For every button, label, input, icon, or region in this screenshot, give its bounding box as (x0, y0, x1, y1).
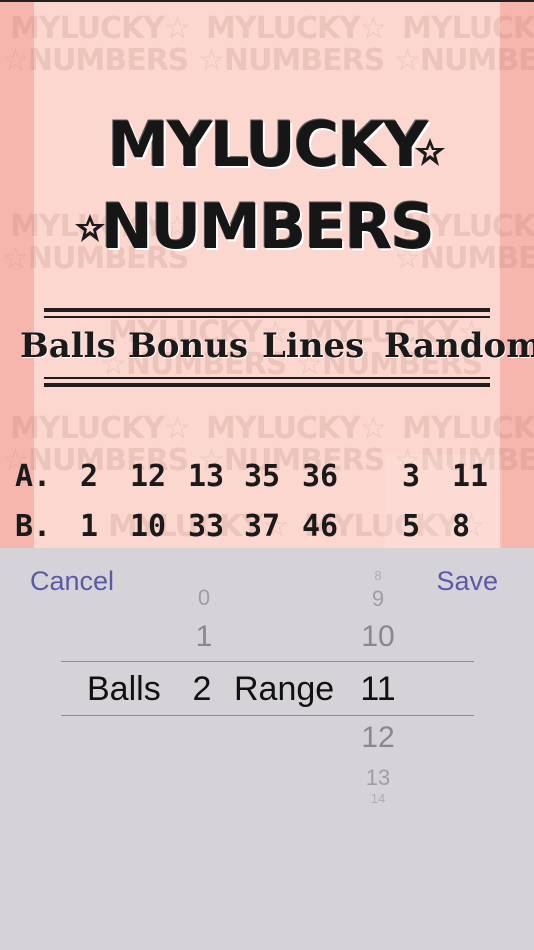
column-header-random[interactable]: Random (384, 326, 534, 366)
table-row[interactable]: A. 2 12 13 35 36 3 11 (0, 459, 534, 499)
ball-number: 36 (302, 459, 339, 494)
watermark-text: ☆NUMBERS (2, 43, 189, 78)
wheel-option[interactable]: 9 (352, 586, 404, 612)
logo-line-1: MYLUCKY (107, 108, 429, 181)
watermark-text: MYLUCKY☆ (10, 11, 191, 46)
wheel-option[interactable]: 0 (186, 585, 222, 611)
star-icon (74, 212, 106, 244)
wheel-option[interactable]: 12 (352, 721, 404, 755)
random-number: 5 (402, 509, 421, 544)
ball-number: 10 (130, 509, 167, 544)
watermark-text: ☆NUMBERS (198, 43, 385, 78)
row-label: B. (15, 509, 52, 544)
divider (44, 308, 490, 312)
table-row[interactable]: B. 1 10 33 37 46 5 8 (0, 509, 534, 548)
balls-label: Balls (87, 670, 161, 708)
top-border (0, 0, 534, 2)
wheel-option[interactable]: 13 (352, 765, 404, 791)
divider (44, 377, 490, 379)
save-button[interactable]: Save (436, 566, 498, 597)
ball-number: 46 (302, 509, 339, 544)
watermark-text: MYLUCKY☆ (10, 411, 191, 446)
random-number: 3 (402, 459, 421, 494)
wheel-option[interactable]: 10 (352, 620, 404, 654)
wheel-option[interactable]: 8 (352, 568, 404, 583)
column-header-lines[interactable]: Lines (262, 326, 364, 366)
range-label: Range (234, 670, 335, 708)
ball-number: 37 (244, 509, 281, 544)
wheel-option[interactable]: 14 (352, 791, 404, 806)
watermark-text: MYLUCKY☆ (402, 11, 534, 46)
wheel-option[interactable]: 1 (186, 620, 222, 654)
ball-number: 2 (80, 459, 99, 494)
app-background: MYLUCKY☆ ☆NUMBERS MYLUCKY☆ ☆NUMBERS MYLU… (0, 0, 534, 548)
cancel-button[interactable]: Cancel (30, 566, 114, 597)
selection-bottom-line (61, 715, 474, 716)
ball-number: 35 (244, 459, 281, 494)
ball-number: 12 (130, 459, 167, 494)
ball-number: 1 (80, 509, 99, 544)
wheel-selected-value[interactable]: 2 (184, 670, 220, 709)
column-header-balls[interactable]: Balls (20, 326, 116, 366)
divider (44, 383, 490, 387)
star-icon (414, 136, 446, 168)
watermark-text: MYLUCKY☆ (206, 411, 387, 446)
random-number: 8 (452, 509, 471, 544)
selection-top-line (61, 661, 474, 662)
watermark-text: ☆NUMBERS (394, 43, 534, 78)
column-header-bonus[interactable]: Bonus (128, 326, 248, 366)
ball-number: 33 (188, 509, 225, 544)
column-headers: Balls Bonus Lines Random (0, 326, 534, 374)
divider (44, 316, 490, 318)
picker-sheet (0, 548, 534, 950)
wheel-selected-value[interactable]: 11 (352, 670, 404, 709)
watermark-text: MYLUCKY☆ (206, 11, 387, 46)
random-number: 11 (452, 459, 489, 494)
row-label: A. (15, 459, 52, 494)
watermark-text: MYLUCKY☆ (402, 411, 534, 446)
ball-number: 13 (188, 459, 225, 494)
